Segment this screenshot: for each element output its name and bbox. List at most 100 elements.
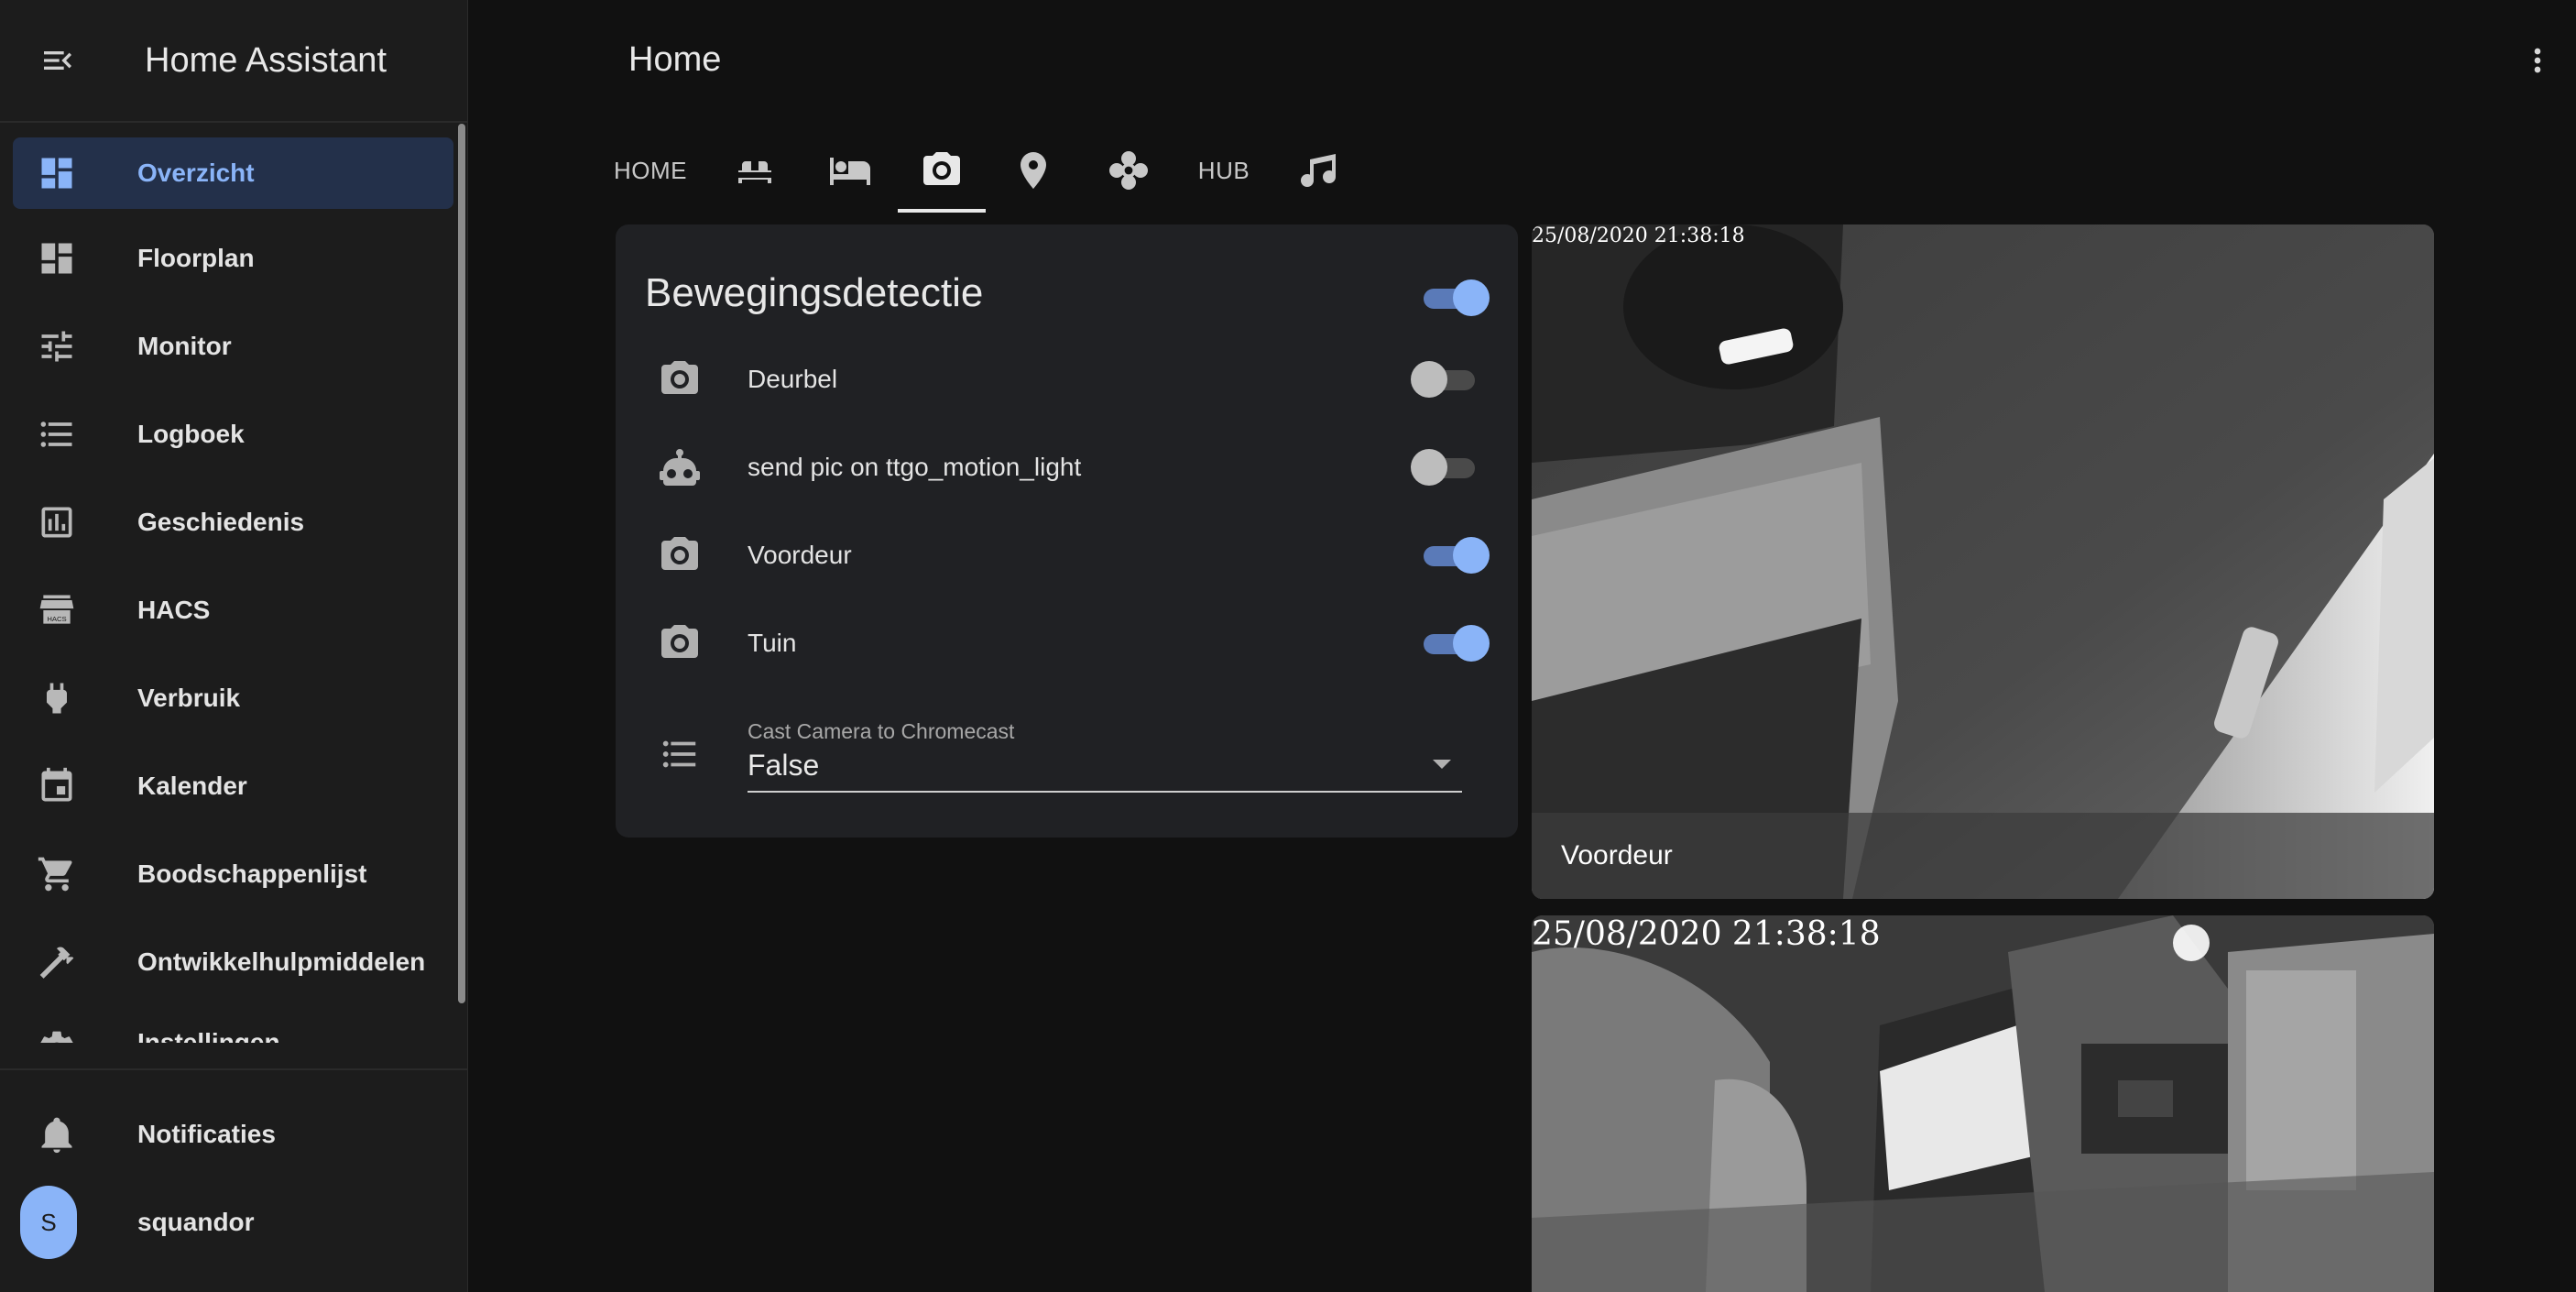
- camera-icon: [923, 152, 960, 185]
- sidebar-bottom: Notificaties S squandor: [0, 1090, 468, 1266]
- entity-name: Tuin: [748, 629, 797, 657]
- camera-icon: [656, 619, 704, 667]
- format-list-icon: [656, 730, 704, 778]
- robot-icon: [656, 443, 704, 491]
- sidebar: Home Assistant Overzicht Floorplan Monit…: [0, 0, 468, 1292]
- fan-icon: [1109, 151, 1148, 190]
- camera-tile-tuin[interactable]: 25/08/2020 21:38:18: [1532, 915, 2434, 1292]
- sidebar-divider: [0, 1068, 468, 1070]
- map-marker-icon: [1021, 152, 1046, 189]
- sofa-icon: [738, 161, 771, 183]
- sidebar-item-monitor[interactable]: Monitor: [0, 302, 468, 390]
- camera-image: [1532, 915, 2434, 1292]
- view-tabs: HOME HUB: [594, 128, 1367, 213]
- sidebar-item-geschiedenis[interactable]: Geschiedenis: [0, 478, 468, 566]
- motion-detection-card: Bewegingsdetectie Deurbel send pic on tt…: [616, 224, 1518, 838]
- sidebar-item-verbruik[interactable]: Verbruik: [0, 654, 468, 742]
- tab-home[interactable]: HOME: [594, 128, 707, 213]
- tab-camera[interactable]: [898, 128, 986, 213]
- entity-toggle[interactable]: [1411, 449, 1480, 486]
- sidebar-item-label: Notificaties: [137, 1120, 276, 1148]
- tab-hub[interactable]: HUB: [1176, 128, 1272, 213]
- cast-camera-select[interactable]: Cast Camera to Chromecast False: [748, 710, 1462, 793]
- app-root: Home Assistant Overzicht Floorplan Monit…: [0, 0, 2576, 1292]
- sidebar-item-boodschappenlijst[interactable]: Boodschappenlijst: [0, 830, 468, 918]
- tab-bedroom[interactable]: [802, 128, 898, 213]
- user-name: squandor: [137, 1208, 255, 1236]
- bell-icon: [37, 1114, 77, 1155]
- sidebar-item-instellingen[interactable]: Instellingen: [0, 1006, 468, 1043]
- dashboard-icon: [37, 238, 77, 279]
- dropdown-arrow-icon: [1433, 760, 1451, 769]
- sidebar-item-user[interactable]: S squandor: [0, 1178, 468, 1266]
- app-title: Home Assistant: [145, 40, 387, 80]
- hammer-icon: [37, 942, 77, 982]
- dashboard-icon: [37, 153, 77, 193]
- entity-name: Voordeur: [748, 541, 852, 569]
- sidebar-item-label: Instellingen: [137, 1028, 280, 1043]
- sidebar-item-label: Ontwikkelhulpmiddelen: [137, 947, 426, 976]
- plug-icon: [37, 678, 77, 718]
- music-note-icon: [1301, 154, 1336, 187]
- tab-music[interactable]: [1272, 128, 1367, 213]
- entity-name: Deurbel: [748, 365, 838, 393]
- top-header: Home: [469, 0, 2576, 121]
- camera-icon: [656, 531, 704, 579]
- menu-open-icon: [44, 51, 71, 70]
- entity-row-tuin[interactable]: Tuin: [616, 599, 1518, 687]
- camera-caption-bar: Voordeur: [1532, 813, 2434, 899]
- tune-icon: [37, 326, 77, 367]
- sidebar-item-logboek[interactable]: Logboek: [0, 390, 468, 478]
- entity-name: send pic on ttgo_motion_light: [748, 453, 1082, 481]
- sidebar-item-label: Overzicht: [137, 159, 255, 187]
- hacs-store-icon: HACS: [37, 590, 77, 630]
- sidebar-item-label: Geschiedenis: [137, 508, 305, 536]
- sidebar-item-label: Boodschappenlijst: [137, 860, 367, 888]
- toggle-knob: [1453, 537, 1490, 574]
- sidebar-item-hacs[interactable]: HACS HACS: [0, 566, 468, 654]
- menu-collapse-button[interactable]: [0, 0, 115, 121]
- card-title: Bewegingsdetectie: [645, 270, 984, 315]
- tab-climate[interactable]: [1081, 128, 1176, 213]
- sidebar-item-floorplan[interactable]: Floorplan: [0, 214, 468, 302]
- entity-row-deurbel[interactable]: Deurbel: [616, 335, 1518, 423]
- entity-row-send-pic[interactable]: send pic on ttgo_motion_light: [616, 423, 1518, 511]
- avatar: S: [20, 1186, 77, 1259]
- sidebar-item-label: Floorplan: [137, 244, 255, 272]
- sidebar-item-overzicht[interactable]: Overzicht: [13, 137, 453, 209]
- gear-icon: [37, 1028, 77, 1043]
- sidebar-item-notificaties[interactable]: Notificaties: [0, 1090, 468, 1178]
- sidebar-divider: [0, 121, 467, 123]
- sidebar-scrollbar[interactable]: [458, 124, 465, 1003]
- sidebar-item-label: Monitor: [137, 332, 232, 360]
- user-avatar-slot: S: [20, 1186, 77, 1259]
- list-icon: [37, 414, 77, 454]
- cart-icon: [37, 854, 77, 894]
- camera-tile-voordeur[interactable]: 25/08/2020 21:38:18 Voordeur: [1532, 224, 2434, 899]
- camera-timestamp: 25/08/2020 21:38:18: [1532, 224, 1745, 247]
- bed-icon: [830, 158, 870, 185]
- camera-caption: Voordeur: [1561, 840, 1673, 870]
- sidebar-item-ontwikkelhulpmiddelen[interactable]: Ontwikkelhulpmiddelen: [0, 918, 468, 1006]
- select-value: False: [748, 749, 820, 782]
- sidebar-item-label: HACS: [137, 596, 211, 624]
- master-toggle[interactable]: [1418, 279, 1490, 316]
- calendar-icon: [37, 766, 77, 806]
- sidebar-item-kalender[interactable]: Kalender: [0, 742, 468, 830]
- svg-text:HACS: HACS: [47, 615, 66, 623]
- entity-row-voordeur[interactable]: Voordeur: [616, 511, 1518, 599]
- sidebar-nav: Overzicht Floorplan Monitor Logboek Gesc…: [0, 132, 468, 1048]
- tab-location[interactable]: [986, 128, 1081, 213]
- toggle-knob: [1453, 279, 1490, 316]
- tab-label: HUB: [1197, 156, 1250, 184]
- select-label: Cast Camera to Chromecast: [748, 719, 1015, 743]
- entity-toggle[interactable]: [1418, 537, 1490, 574]
- entity-toggle[interactable]: [1418, 625, 1490, 662]
- tab-label: HOME: [614, 156, 687, 184]
- sidebar-item-label: Logboek: [137, 420, 245, 448]
- sidebar-item-label: Kalender: [137, 772, 247, 800]
- tab-living[interactable]: [707, 128, 802, 213]
- entity-toggle[interactable]: [1411, 361, 1480, 398]
- more-options-button[interactable]: [2519, 42, 2556, 79]
- toggle-knob: [1411, 361, 1447, 398]
